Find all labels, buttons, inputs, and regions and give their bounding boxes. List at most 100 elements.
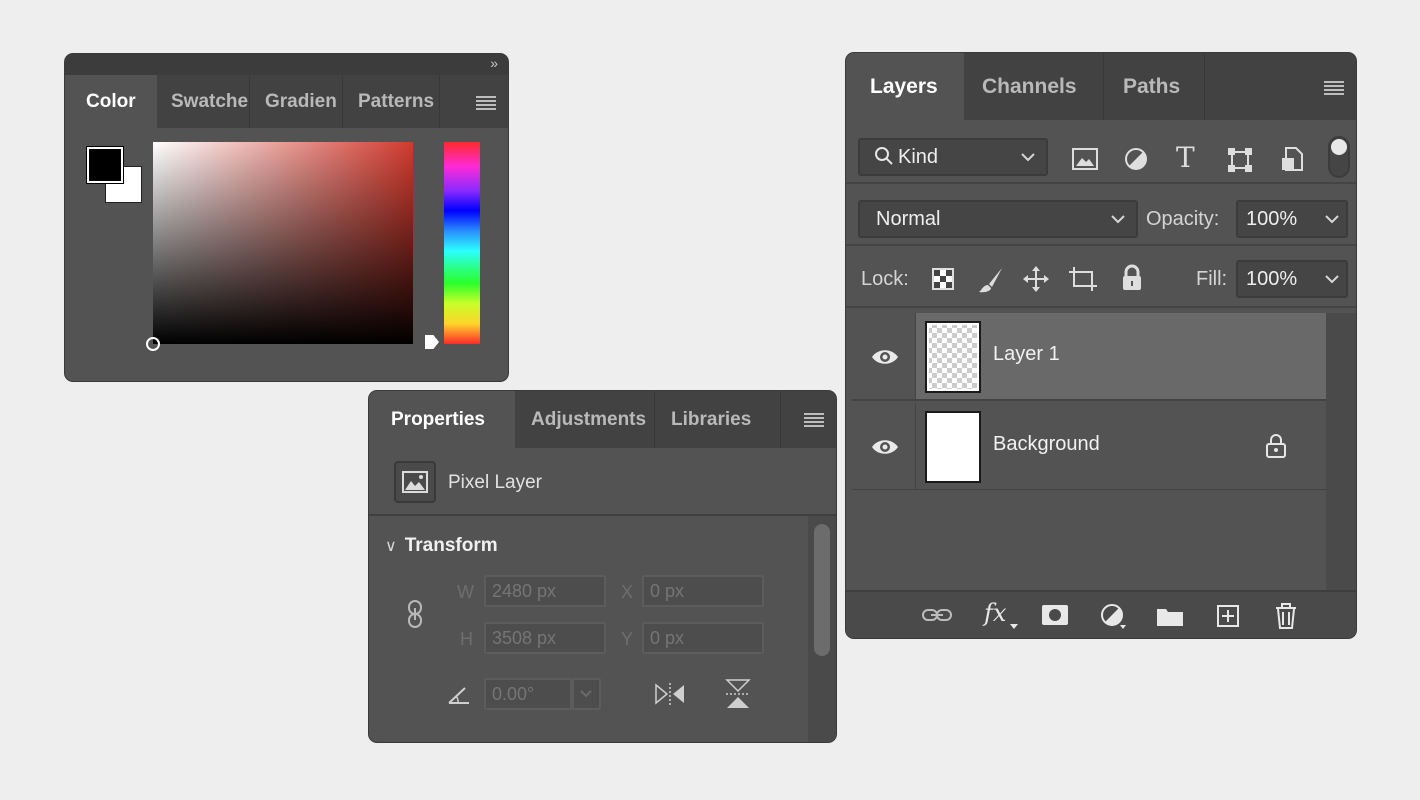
y-label: Y bbox=[621, 629, 634, 649]
transform-section-header[interactable]: ∨ Transform bbox=[385, 535, 498, 557]
opacity-label: Opacity: bbox=[1146, 208, 1220, 230]
tab-swatches[interactable]: Swatche bbox=[157, 75, 250, 128]
lock-transparent-pixels-icon[interactable] bbox=[932, 268, 954, 290]
angle-dropdown[interactable] bbox=[572, 678, 601, 710]
eye-icon[interactable] bbox=[870, 437, 900, 457]
transform-title: Transform bbox=[404, 535, 498, 556]
lock-icon bbox=[1266, 434, 1286, 458]
color-picker-cursor[interactable] bbox=[146, 337, 160, 351]
fx-menu-caret-icon bbox=[1010, 624, 1018, 629]
layer-name[interactable]: Layer 1 bbox=[993, 343, 1060, 366]
tab-patterns[interactable]: Patterns bbox=[343, 75, 440, 128]
width-label: W bbox=[457, 582, 474, 602]
lock-all-icon[interactable] bbox=[1120, 264, 1144, 292]
chevron-down-icon bbox=[1021, 153, 1035, 162]
shape-filter-icon[interactable] bbox=[1227, 147, 1253, 173]
chevron-down-icon[interactable] bbox=[1324, 212, 1340, 226]
filter-toggle-switch[interactable] bbox=[1328, 136, 1350, 178]
scrollbar-thumb[interactable] bbox=[814, 524, 830, 656]
layer-type-row: Pixel Layer bbox=[369, 448, 836, 516]
filter-kind-dropdown[interactable]: Kind bbox=[858, 138, 1048, 176]
angle-icon bbox=[447, 685, 473, 710]
smart-object-filter-icon[interactable] bbox=[1280, 146, 1304, 172]
x-label: X bbox=[621, 582, 634, 602]
fill-label: Fill: bbox=[1196, 268, 1228, 290]
properties-tab-bar: Properties Adjustments Libraries bbox=[369, 391, 836, 448]
eye-icon[interactable] bbox=[870, 347, 900, 367]
delete-layer-trash-icon[interactable] bbox=[1274, 602, 1298, 630]
blend-mode-value: Normal bbox=[876, 208, 941, 230]
hue-slider-handle[interactable] bbox=[425, 335, 439, 349]
layers-list-empty-area[interactable] bbox=[852, 490, 1326, 590]
adjustment-filter-icon[interactable] bbox=[1124, 147, 1148, 171]
lock-position-icon[interactable] bbox=[1022, 265, 1050, 293]
search-icon bbox=[875, 147, 893, 165]
layer-name[interactable]: Background bbox=[993, 433, 1100, 456]
layers-panel: Layers Channels Paths Kind T Normal Opac… bbox=[846, 53, 1356, 638]
x-position-input[interactable] bbox=[642, 575, 764, 607]
type-filter-icon[interactable]: T bbox=[1176, 141, 1195, 174]
blend-row: Normal Opacity: 100% bbox=[846, 184, 1356, 246]
tab-paths[interactable]: Paths bbox=[1104, 53, 1205, 120]
link-layers-icon[interactable] bbox=[921, 605, 953, 625]
tab-channels[interactable]: Channels bbox=[964, 53, 1104, 120]
lock-label: Lock: bbox=[861, 268, 909, 290]
chevron-down-icon bbox=[1111, 215, 1125, 224]
lock-row: Lock: Fill: 100% bbox=[846, 246, 1356, 308]
visibility-cell[interactable] bbox=[852, 403, 916, 489]
panel-menu-icon[interactable] bbox=[804, 413, 824, 427]
color-panel: » Color Swatche Gradien Patterns bbox=[65, 54, 508, 381]
hue-slider-track[interactable] bbox=[444, 142, 480, 344]
panel-header-strip: » bbox=[65, 54, 508, 75]
tab-adjustments[interactable]: Adjustments bbox=[515, 391, 655, 448]
color-field[interactable] bbox=[146, 142, 413, 351]
foreground-color-swatch[interactable] bbox=[86, 146, 124, 184]
width-input[interactable] bbox=[484, 575, 606, 607]
properties-panel: Properties Adjustments Libraries Pixel L… bbox=[369, 391, 836, 742]
fx-layer-style-icon[interactable]: fx bbox=[984, 599, 1006, 627]
filter-kind-label: Kind bbox=[898, 146, 939, 168]
flip-horizontal-icon[interactable] bbox=[653, 681, 687, 712]
angle-input[interactable] bbox=[484, 678, 572, 710]
fill-value: 100% bbox=[1246, 268, 1298, 290]
opacity-value: 100% bbox=[1246, 208, 1298, 230]
pixel-layer-icon bbox=[394, 461, 436, 503]
height-label: H bbox=[460, 629, 473, 649]
new-group-folder-icon[interactable] bbox=[1156, 605, 1184, 627]
visibility-cell[interactable] bbox=[852, 313, 916, 399]
new-adjustment-layer-icon[interactable] bbox=[1100, 603, 1126, 629]
blend-mode-dropdown[interactable]: Normal bbox=[858, 200, 1138, 238]
layer-thumbnail bbox=[925, 321, 981, 393]
lock-artboard-icon[interactable] bbox=[1068, 266, 1098, 292]
tab-gradients[interactable]: Gradien bbox=[250, 75, 343, 128]
layer-row-background[interactable]: Background bbox=[852, 403, 1326, 491]
pixel-filter-icon[interactable] bbox=[1072, 148, 1098, 170]
height-input[interactable] bbox=[484, 622, 606, 654]
layers-scrollbar[interactable] bbox=[1326, 313, 1356, 591]
panel-menu-icon[interactable] bbox=[1324, 81, 1344, 95]
layers-footer: fx bbox=[846, 590, 1356, 638]
tab-color[interactable]: Color bbox=[65, 75, 157, 128]
flip-vertical-icon[interactable] bbox=[723, 677, 753, 716]
tab-properties[interactable]: Properties bbox=[369, 391, 515, 448]
chevron-down-icon[interactable] bbox=[1324, 272, 1340, 286]
layer-row-layer-1[interactable]: Layer 1 bbox=[852, 313, 1326, 401]
color-tab-bar: Color Swatche Gradien Patterns bbox=[65, 75, 508, 128]
fill-field[interactable]: 100% bbox=[1236, 260, 1348, 298]
layer-type-label: Pixel Layer bbox=[448, 472, 542, 493]
layer-thumbnail bbox=[925, 411, 981, 483]
panel-menu-icon[interactable] bbox=[476, 96, 496, 110]
add-mask-icon[interactable] bbox=[1041, 604, 1069, 626]
y-position-input[interactable] bbox=[642, 622, 764, 654]
tab-libraries[interactable]: Libraries bbox=[655, 391, 781, 448]
lock-image-pixels-icon[interactable] bbox=[977, 266, 1005, 294]
tab-layers[interactable]: Layers bbox=[846, 53, 964, 120]
chevron-down-icon: ∨ bbox=[385, 538, 397, 555]
collapse-panel-icon[interactable]: » bbox=[490, 55, 498, 71]
new-layer-icon[interactable] bbox=[1216, 604, 1240, 628]
layer-filter-row: Kind T bbox=[846, 120, 1356, 184]
properties-scrollbar[interactable] bbox=[808, 516, 836, 742]
link-dimensions-icon[interactable] bbox=[405, 599, 425, 634]
layers-tab-bar: Layers Channels Paths bbox=[846, 53, 1356, 120]
opacity-field[interactable]: 100% bbox=[1236, 200, 1348, 238]
